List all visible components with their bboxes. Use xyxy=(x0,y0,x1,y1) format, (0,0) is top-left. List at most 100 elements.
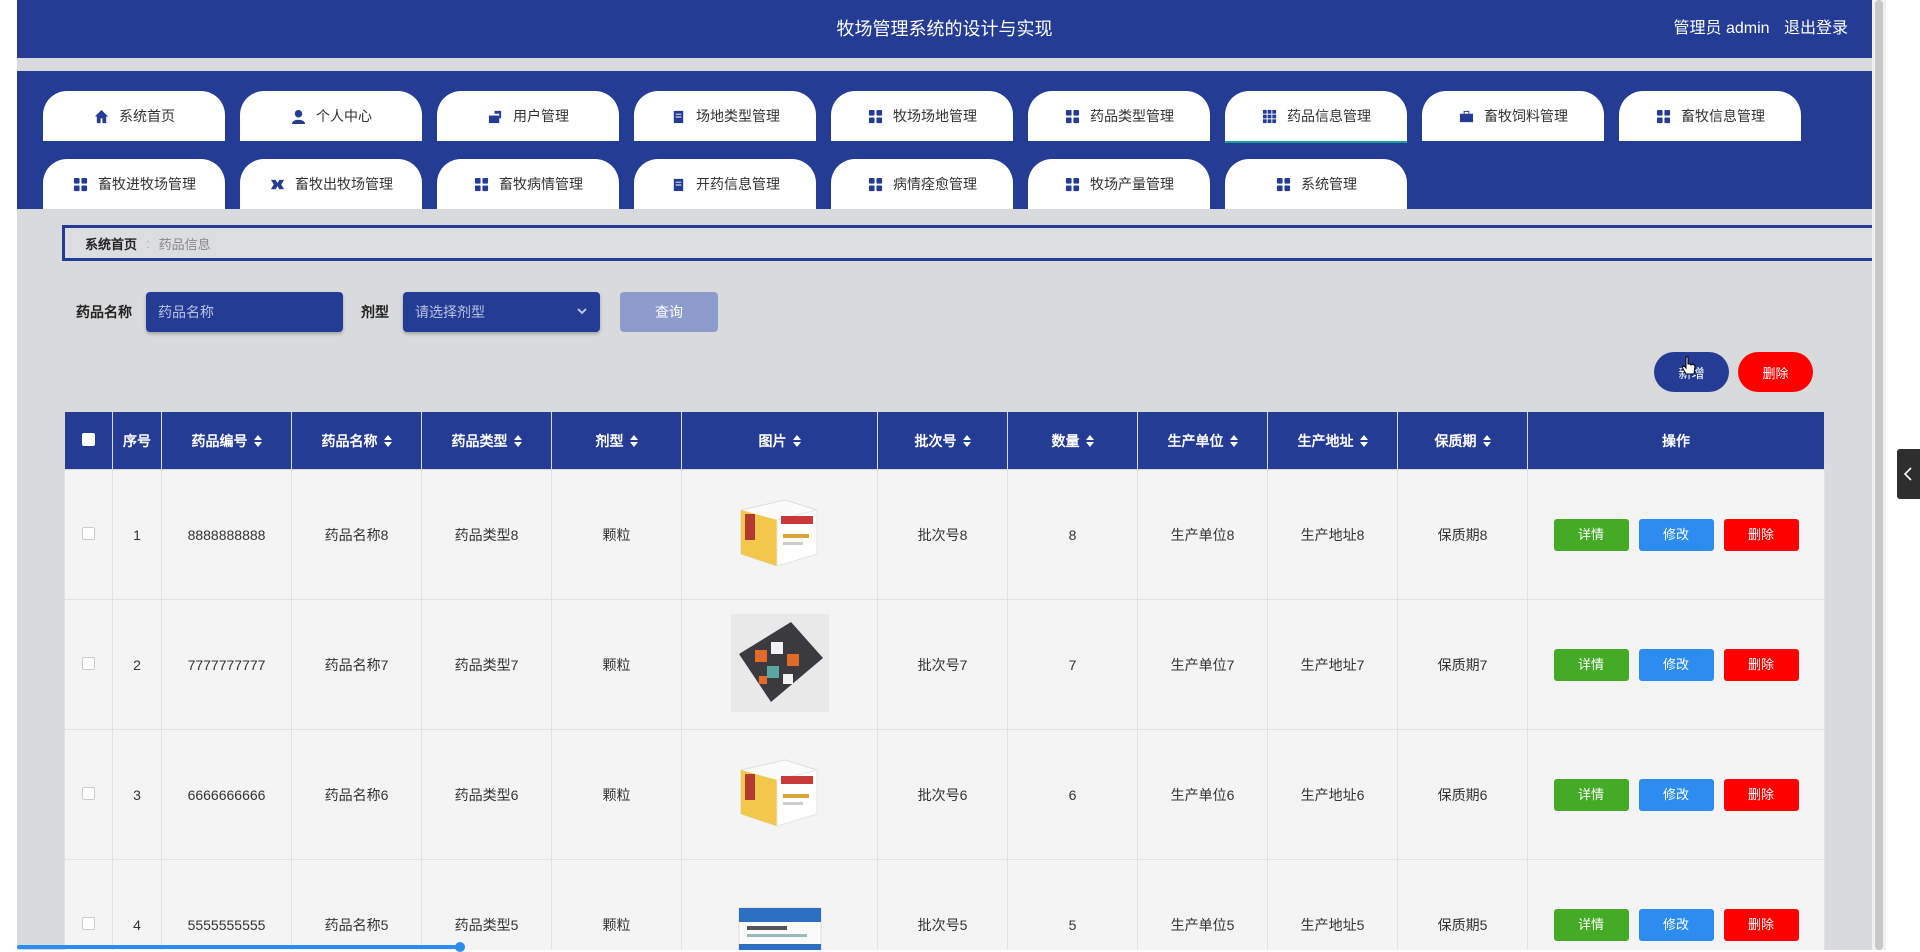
column-header[interactable]: 药品名称 xyxy=(291,411,422,470)
nav-tab[interactable]: 个人中心 xyxy=(240,91,422,141)
cell-form: 颗粒 xyxy=(551,469,682,600)
home-icon xyxy=(93,108,109,124)
briefcase-icon xyxy=(1458,108,1474,124)
cell-type: 药品类型6 xyxy=(421,729,552,860)
table-row: 4 5555555555 药品名称5 药品类型5 颗粒 批次号5 5 生产单位5 生产地址5 保质… xyxy=(64,859,1825,950)
column-header[interactable]: 剂型 xyxy=(551,411,682,470)
breadcrumb-home[interactable]: 系统首页 xyxy=(85,234,137,253)
row-select-cell xyxy=(64,469,113,600)
nav-tab-label: 开药信息管理 xyxy=(696,176,780,192)
sort-icon[interactable] xyxy=(253,434,262,450)
sort-icon[interactable] xyxy=(1085,434,1094,450)
row-checkbox[interactable] xyxy=(82,786,95,800)
nav-tab-label: 系统首页 xyxy=(119,108,175,124)
nav-tab[interactable]: 场地类型管理 xyxy=(634,91,816,141)
detail-button[interactable]: 详情 xyxy=(1553,908,1629,941)
sort-icon[interactable] xyxy=(513,434,522,450)
sort-icon[interactable] xyxy=(962,434,971,450)
nav-tab-label: 牧场场地管理 xyxy=(893,108,977,124)
nav-tab[interactable]: 牧场场地管理 xyxy=(831,91,1013,141)
row-checkbox[interactable] xyxy=(82,656,95,670)
sort-icon[interactable] xyxy=(629,434,638,450)
sort-icon[interactable] xyxy=(1359,434,1368,450)
select-all-cell xyxy=(64,411,113,470)
table-row: 3 6666666666 药品名称6 药品类型6 颗粒 批次号6 6 生产单位6 生产地址6 保质… xyxy=(64,729,1825,860)
nav-tab-label: 牧场产量管理 xyxy=(1090,176,1174,192)
edit-button[interactable]: 修改 xyxy=(1638,908,1714,941)
column-header[interactable]: 保质期 xyxy=(1397,411,1528,470)
column-header[interactable]: 数量 xyxy=(1007,411,1138,470)
system-title: 牧场管理系统的设计与实现 xyxy=(836,19,1053,39)
detail-button[interactable]: 详情 xyxy=(1553,518,1629,551)
search-bar: 药品名称 剂型 请选择剂型 查询 xyxy=(76,292,718,332)
horizontal-scrollbar-knob[interactable] xyxy=(455,942,465,952)
column-header[interactable]: 图片 xyxy=(681,411,878,470)
nav-tab[interactable]: 牧场产量管理 xyxy=(1028,159,1210,209)
cell-qty: 7 xyxy=(1007,599,1138,730)
batch-delete-button[interactable]: 删除 xyxy=(1738,352,1813,392)
cell-type: 药品类型8 xyxy=(421,469,552,600)
sort-icon[interactable] xyxy=(792,434,801,450)
nav-tab-label: 系统管理 xyxy=(1301,176,1357,192)
image-cell xyxy=(681,729,878,860)
edit-button[interactable]: 修改 xyxy=(1638,778,1714,811)
cell-code: 6666666666 xyxy=(161,729,292,860)
delete-button[interactable]: 删除 xyxy=(1723,908,1799,941)
edit-button[interactable]: 修改 xyxy=(1638,518,1714,551)
cell-unit: 生产单位5 xyxy=(1137,859,1268,950)
sort-icon[interactable] xyxy=(1229,434,1238,450)
nav-tab[interactable]: 畜牧进牧场管理 xyxy=(43,159,225,209)
horizontal-scrollbar[interactable] xyxy=(17,945,465,949)
nav-tab[interactable]: 病情痊愈管理 xyxy=(831,159,1013,209)
detail-button[interactable]: 详情 xyxy=(1553,778,1629,811)
row-checkbox[interactable] xyxy=(82,526,95,540)
top-right-info: 管理员 admin 退出登录 xyxy=(1664,0,1849,58)
column-header[interactable]: 生产地址 xyxy=(1267,411,1398,470)
grid-icon xyxy=(867,176,883,192)
cell-qty: 6 xyxy=(1007,729,1138,860)
nav-tab[interactable]: 系统首页 xyxy=(43,91,225,141)
column-header[interactable]: 药品类型 xyxy=(421,411,552,470)
column-header[interactable]: 生产单位 xyxy=(1137,411,1268,470)
nav-tab[interactable]: 药品类型管理 xyxy=(1028,91,1210,141)
scrollbar-thumb[interactable] xyxy=(1875,0,1883,950)
edit-button[interactable]: 修改 xyxy=(1638,648,1714,681)
drug-name-input[interactable] xyxy=(146,292,343,332)
table-body: 1 8888888888 药品名称8 药品类型8 颗粒 批次号8 8 生产单位8 生产地址8 保质… xyxy=(64,469,1825,950)
row-checkbox[interactable] xyxy=(82,916,95,930)
dosage-form-select[interactable]: 请选择剂型 xyxy=(403,292,600,332)
nav-tab[interactable]: 畜牧病情管理 xyxy=(437,159,619,209)
cell-shelf: 保质期5 xyxy=(1397,859,1528,950)
chevron-down-icon xyxy=(576,304,588,320)
query-button[interactable]: 查询 xyxy=(620,292,718,332)
column-header[interactable]: 药品编号 xyxy=(161,411,292,470)
breadcrumb-separator: : xyxy=(146,235,150,251)
cell-shelf: 保质期6 xyxy=(1397,729,1528,860)
grid-icon xyxy=(1275,176,1291,192)
nav-tab-label: 畜牧饲料管理 xyxy=(1484,108,1568,124)
detail-button[interactable]: 详情 xyxy=(1553,648,1629,681)
nav-tab[interactable]: 畜牧出牧场管理 xyxy=(240,159,422,209)
nav-tab[interactable]: 用户管理 xyxy=(437,91,619,141)
nav-tab[interactable]: 系统管理 xyxy=(1225,159,1407,209)
cell-addr: 生产地址8 xyxy=(1267,469,1398,600)
cell-shelf: 保质期8 xyxy=(1397,469,1528,600)
sort-icon[interactable] xyxy=(383,434,392,450)
cell-code: 5555555555 xyxy=(161,859,292,950)
nav-tab[interactable]: 开药信息管理 xyxy=(634,159,816,209)
delete-button[interactable]: 删除 xyxy=(1723,648,1799,681)
nav-tab-label: 药品信息管理 xyxy=(1287,108,1371,124)
cell-shelf: 保质期7 xyxy=(1397,599,1528,730)
grid-icon xyxy=(473,176,489,192)
select-all-checkbox[interactable] xyxy=(82,432,95,446)
nav-tab[interactable]: 畜牧饲料管理 xyxy=(1422,91,1604,141)
column-header[interactable]: 批次号 xyxy=(877,411,1008,470)
cell-addr: 生产地址5 xyxy=(1267,859,1398,950)
side-panel-toggle[interactable] xyxy=(1897,449,1920,499)
delete-button[interactable]: 删除 xyxy=(1723,778,1799,811)
sort-icon[interactable] xyxy=(1482,434,1491,450)
logout-link[interactable]: 退出登录 xyxy=(1784,20,1848,37)
nav-tab[interactable]: 畜牧信息管理 xyxy=(1619,91,1801,141)
nav-tab[interactable]: 药品信息管理 xyxy=(1225,91,1407,143)
delete-button[interactable]: 删除 xyxy=(1723,518,1799,551)
